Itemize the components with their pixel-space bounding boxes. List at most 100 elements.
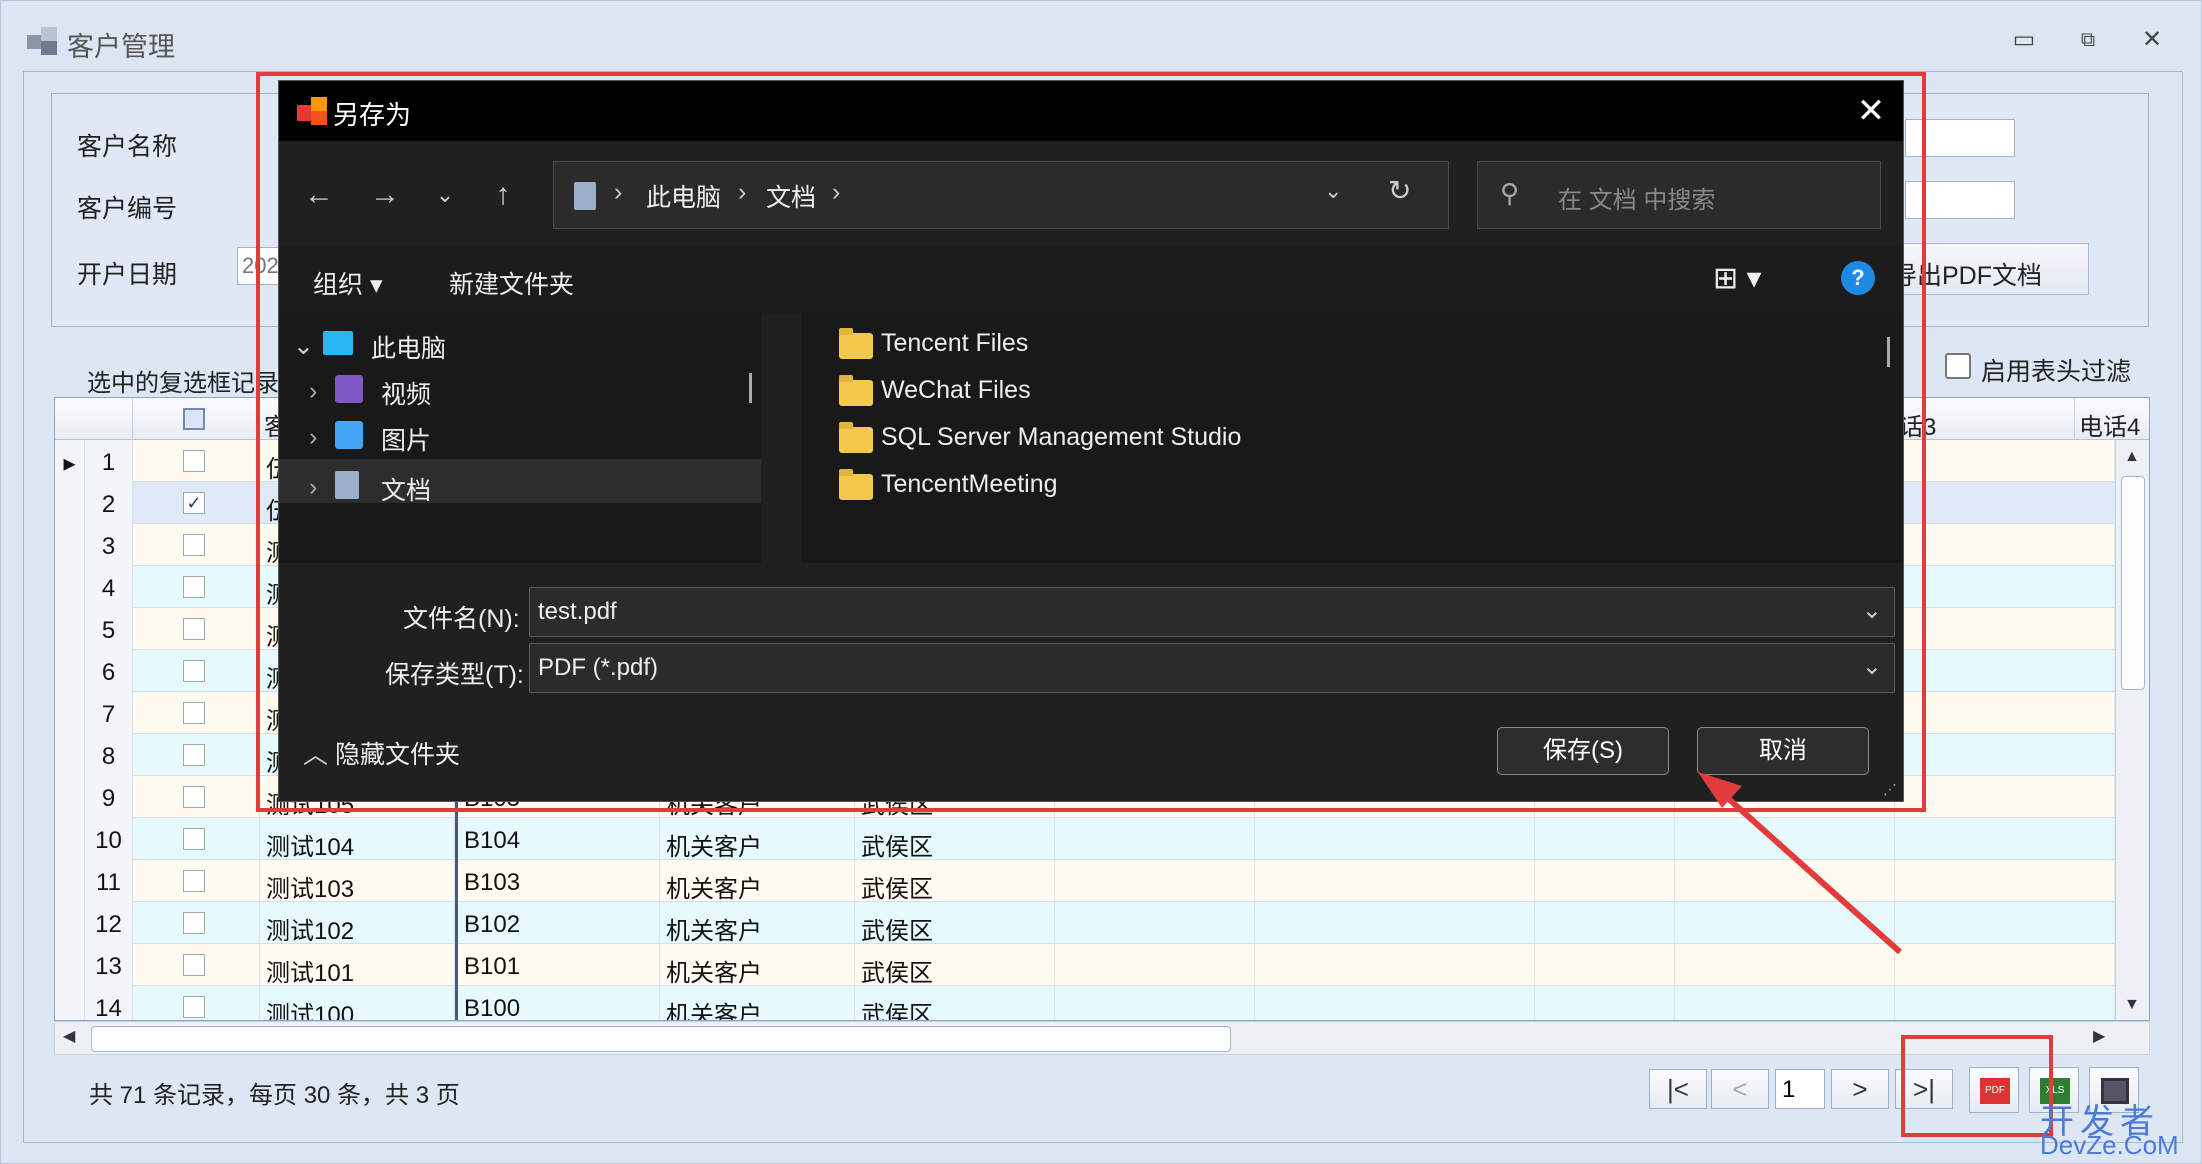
row-number[interactable]: 14 <box>85 986 133 1020</box>
empty-cell[interactable] <box>1895 734 2115 776</box>
row-indicator[interactable] <box>55 692 85 734</box>
vertical-scrollbar[interactable]: ▲ ▼ <box>2115 440 2149 1020</box>
row-number[interactable]: 13 <box>85 944 133 986</box>
empty-cell[interactable] <box>1895 860 2115 902</box>
row-number[interactable]: 10 <box>85 818 133 860</box>
empty-cell[interactable] <box>1535 818 1675 860</box>
row-indicator[interactable] <box>55 566 85 608</box>
table-row[interactable]: 14 测试100 B100 机关客户 武侯区 <box>55 986 2115 1020</box>
horizontal-scrollbar[interactable]: ◀ ▶ <box>54 1021 2150 1055</box>
empty-cell[interactable] <box>1055 818 1255 860</box>
customer-type-cell[interactable]: 机关客户 <box>660 818 855 860</box>
customer-type-cell[interactable]: 机关客户 <box>660 986 855 1020</box>
empty-cell[interactable] <box>1255 818 1535 860</box>
customer-name-cell[interactable]: 测试101 <box>260 944 455 986</box>
table-row[interactable]: 11 测试103 B103 机关客户 武侯区 <box>55 860 2115 902</box>
row-indicator[interactable] <box>55 482 85 524</box>
empty-cell[interactable] <box>1895 608 2115 650</box>
empty-cell[interactable] <box>1895 986 2115 1020</box>
customer-type-cell[interactable]: 机关客户 <box>660 860 855 902</box>
prev-page-button[interactable]: < <box>1711 1069 1769 1109</box>
empty-cell[interactable] <box>1055 902 1255 944</box>
empty-cell[interactable] <box>1055 944 1255 986</box>
row-indicator[interactable] <box>55 734 85 776</box>
empty-cell[interactable] <box>1895 524 2115 566</box>
row-number[interactable]: 9 <box>85 776 133 818</box>
checkbox-cell[interactable] <box>133 440 260 482</box>
row-indicator[interactable] <box>55 944 85 986</box>
empty-cell[interactable] <box>1675 860 1895 902</box>
row-indicator[interactable] <box>55 860 85 902</box>
horizontal-scroll-thumb[interactable] <box>91 1026 1231 1052</box>
empty-cell[interactable] <box>1055 860 1255 902</box>
empty-cell[interactable] <box>1675 986 1895 1020</box>
row-indicator[interactable] <box>55 524 85 566</box>
scroll-right-icon[interactable]: ▶ <box>2093 1026 2105 1046</box>
empty-cell[interactable] <box>1255 902 1535 944</box>
customer-name-cell[interactable]: 测试104 <box>260 818 455 860</box>
empty-cell[interactable] <box>1895 776 2115 818</box>
row-number[interactable]: 5 <box>85 608 133 650</box>
checkbox-cell[interactable] <box>133 566 260 608</box>
row-number[interactable]: 2 <box>85 482 133 524</box>
customer-name-cell[interactable]: 测试102 <box>260 902 455 944</box>
empty-cell[interactable] <box>1895 818 2115 860</box>
district-cell[interactable]: 武侯区 <box>855 902 1055 944</box>
empty-cell[interactable] <box>1895 440 2115 482</box>
customer-code-cell[interactable]: B104 <box>455 818 660 860</box>
district-cell[interactable]: 武侯区 <box>855 860 1055 902</box>
page-number-input[interactable]: 1 <box>1775 1069 1825 1109</box>
row-indicator[interactable] <box>55 986 85 1020</box>
empty-cell[interactable] <box>1895 944 2115 986</box>
checkbox-cell[interactable] <box>133 944 260 986</box>
customer-type-cell[interactable]: 机关客户 <box>660 944 855 986</box>
select-all-checkbox[interactable] <box>183 408 205 430</box>
customer-code-cell[interactable]: B100 <box>455 986 660 1020</box>
checkbox-cell[interactable] <box>133 902 260 944</box>
row-indicator[interactable] <box>55 608 85 650</box>
district-cell[interactable]: 武侯区 <box>855 818 1055 860</box>
next-page-button[interactable]: > <box>1831 1069 1889 1109</box>
row-number[interactable]: 1 <box>85 440 133 482</box>
empty-cell[interactable] <box>1535 986 1675 1020</box>
table-row[interactable]: 12 测试102 B102 机关客户 武侯区 <box>55 902 2115 944</box>
checkbox-cell[interactable] <box>133 650 260 692</box>
table-row[interactable]: 10 测试104 B104 机关客户 武侯区 <box>55 818 2115 860</box>
empty-cell[interactable] <box>1895 650 2115 692</box>
customer-name-cell[interactable]: 测试100 <box>260 986 455 1020</box>
row-indicator[interactable] <box>55 902 85 944</box>
empty-cell[interactable] <box>1535 902 1675 944</box>
maximize-icon[interactable]: ⧉ <box>2071 27 2105 53</box>
row-number[interactable]: 7 <box>85 692 133 734</box>
customer-code-cell[interactable]: B103 <box>455 860 660 902</box>
scroll-down-icon[interactable]: ▼ <box>2124 996 2140 1014</box>
checkbox-cell[interactable] <box>133 524 260 566</box>
vertical-scroll-thumb[interactable] <box>2121 476 2145 690</box>
scroll-up-icon[interactable]: ▲ <box>2124 448 2140 466</box>
row-number[interactable]: 8 <box>85 734 133 776</box>
empty-cell[interactable] <box>1675 944 1895 986</box>
customer-name-cell[interactable]: 测试103 <box>260 860 455 902</box>
row-indicator[interactable] <box>55 650 85 692</box>
table-row[interactable]: 13 测试101 B101 机关客户 武侯区 <box>55 944 2115 986</box>
empty-cell[interactable] <box>1895 482 2115 524</box>
row-number[interactable]: 4 <box>85 566 133 608</box>
minimize-icon[interactable]: ▭ <box>2007 27 2041 53</box>
header-filter-checkbox[interactable] <box>1945 353 1971 379</box>
column-header[interactable]: 电话4 <box>2075 398 2149 440</box>
empty-cell[interactable] <box>1255 860 1535 902</box>
empty-cell[interactable] <box>1895 692 2115 734</box>
customer-code-cell[interactable]: B101 <box>455 944 660 986</box>
checkbox-cell[interactable] <box>133 734 260 776</box>
customer-type-cell[interactable]: 机关客户 <box>660 902 855 944</box>
empty-cell[interactable] <box>1675 902 1895 944</box>
row-number[interactable]: 12 <box>85 902 133 944</box>
checkbox-cell[interactable] <box>133 482 260 524</box>
close-icon[interactable]: ✕ <box>2135 27 2169 53</box>
empty-cell[interactable] <box>1255 986 1535 1020</box>
empty-cell[interactable] <box>1895 566 2115 608</box>
row-indicator[interactable] <box>55 818 85 860</box>
checkbox-cell[interactable] <box>133 860 260 902</box>
row-number[interactable]: 3 <box>85 524 133 566</box>
checkbox-cell[interactable] <box>133 692 260 734</box>
